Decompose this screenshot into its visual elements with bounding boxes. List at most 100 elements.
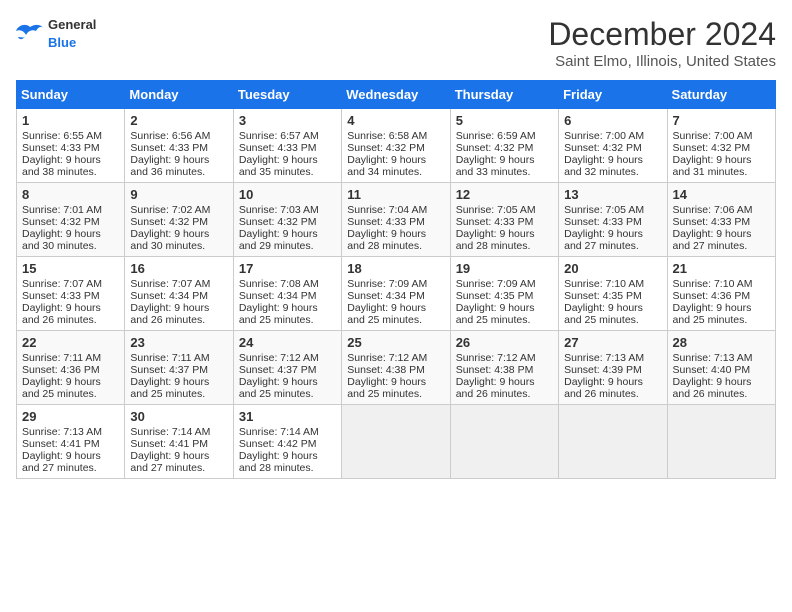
calendar-day-cell: 22 Sunrise: 7:11 AM Sunset: 4:36 PM Dayl… <box>17 331 125 405</box>
daylight-text: Daylight: 9 hours and 28 minutes. <box>347 228 426 252</box>
day-number: 9 <box>130 187 227 202</box>
sunset-text: Sunset: 4:33 PM <box>347 216 425 228</box>
sunrise-text: Sunrise: 7:04 AM <box>347 204 427 216</box>
sunset-text: Sunset: 4:33 PM <box>564 216 642 228</box>
sunset-text: Sunset: 4:34 PM <box>130 290 208 302</box>
daylight-text: Daylight: 9 hours and 27 minutes. <box>564 228 643 252</box>
sunrise-text: Sunrise: 7:09 AM <box>456 278 536 290</box>
day-number: 11 <box>347 187 444 202</box>
sunrise-text: Sunrise: 7:12 AM <box>239 352 319 364</box>
daylight-text: Daylight: 9 hours and 26 minutes. <box>22 302 101 326</box>
day-number: 4 <box>347 113 444 128</box>
calendar-day-cell: 31 Sunrise: 7:14 AM Sunset: 4:42 PM Dayl… <box>233 405 341 479</box>
sunrise-text: Sunrise: 7:05 AM <box>456 204 536 216</box>
daylight-text: Daylight: 9 hours and 26 minutes. <box>130 302 209 326</box>
title-area: December 2024 Saint Elmo, Illinois, Unit… <box>548 16 776 70</box>
sunrise-text: Sunrise: 7:10 AM <box>673 278 753 290</box>
calendar-week-row: 8 Sunrise: 7:01 AM Sunset: 4:32 PM Dayli… <box>17 183 776 257</box>
calendar-day-cell: 24 Sunrise: 7:12 AM Sunset: 4:37 PM Dayl… <box>233 331 341 405</box>
sunrise-text: Sunrise: 7:10 AM <box>564 278 644 290</box>
sunrise-text: Sunrise: 7:07 AM <box>130 278 210 290</box>
sunrise-text: Sunrise: 7:14 AM <box>239 426 319 438</box>
day-number: 3 <box>239 113 336 128</box>
sunrise-text: Sunrise: 6:59 AM <box>456 130 536 142</box>
daylight-text: Daylight: 9 hours and 31 minutes. <box>673 154 752 178</box>
sunset-text: Sunset: 4:33 PM <box>456 216 534 228</box>
calendar-table: SundayMondayTuesdayWednesdayThursdayFrid… <box>16 80 776 479</box>
calendar-day-cell: 20 Sunrise: 7:10 AM Sunset: 4:35 PM Dayl… <box>559 257 667 331</box>
sunset-text: Sunset: 4:33 PM <box>22 290 100 302</box>
sunset-text: Sunset: 4:41 PM <box>22 438 100 450</box>
sunrise-text: Sunrise: 7:01 AM <box>22 204 102 216</box>
daylight-text: Daylight: 9 hours and 30 minutes. <box>22 228 101 252</box>
day-number: 5 <box>456 113 553 128</box>
calendar-day-cell: 19 Sunrise: 7:09 AM Sunset: 4:35 PM Dayl… <box>450 257 558 331</box>
daylight-text: Daylight: 9 hours and 28 minutes. <box>456 228 535 252</box>
daylight-text: Daylight: 9 hours and 25 minutes. <box>130 376 209 400</box>
calendar-day-cell: 29 Sunrise: 7:13 AM Sunset: 4:41 PM Dayl… <box>17 405 125 479</box>
sunset-text: Sunset: 4:33 PM <box>22 142 100 154</box>
calendar-day-cell: 18 Sunrise: 7:09 AM Sunset: 4:34 PM Dayl… <box>342 257 450 331</box>
sunset-text: Sunset: 4:32 PM <box>347 142 425 154</box>
sunset-text: Sunset: 4:41 PM <box>130 438 208 450</box>
sunrise-text: Sunrise: 7:13 AM <box>673 352 753 364</box>
logo-text-general: General <box>48 17 96 32</box>
calendar-day-cell: 26 Sunrise: 7:12 AM Sunset: 4:38 PM Dayl… <box>450 331 558 405</box>
daylight-text: Daylight: 9 hours and 25 minutes. <box>22 376 101 400</box>
sunrise-text: Sunrise: 7:06 AM <box>673 204 753 216</box>
daylight-text: Daylight: 9 hours and 27 minutes. <box>673 228 752 252</box>
calendar-week-row: 29 Sunrise: 7:13 AM Sunset: 4:41 PM Dayl… <box>17 405 776 479</box>
sunset-text: Sunset: 4:39 PM <box>564 364 642 376</box>
day-number: 1 <box>22 113 119 128</box>
daylight-text: Daylight: 9 hours and 26 minutes. <box>673 376 752 400</box>
sunset-text: Sunset: 4:32 PM <box>564 142 642 154</box>
sunset-text: Sunset: 4:32 PM <box>673 142 751 154</box>
weekday-header: Saturday <box>667 81 775 109</box>
sunrise-text: Sunrise: 7:05 AM <box>564 204 644 216</box>
day-number: 12 <box>456 187 553 202</box>
sunrise-text: Sunrise: 7:09 AM <box>347 278 427 290</box>
day-number: 21 <box>673 261 770 276</box>
logo-bird-icon <box>16 23 44 45</box>
day-number: 17 <box>239 261 336 276</box>
calendar-day-cell: 7 Sunrise: 7:00 AM Sunset: 4:32 PM Dayli… <box>667 109 775 183</box>
day-number: 7 <box>673 113 770 128</box>
daylight-text: Daylight: 9 hours and 25 minutes. <box>239 302 318 326</box>
day-number: 8 <box>22 187 119 202</box>
calendar-day-cell <box>342 405 450 479</box>
day-number: 28 <box>673 335 770 350</box>
day-number: 31 <box>239 409 336 424</box>
calendar-day-cell: 4 Sunrise: 6:58 AM Sunset: 4:32 PM Dayli… <box>342 109 450 183</box>
calendar-day-cell: 12 Sunrise: 7:05 AM Sunset: 4:33 PM Dayl… <box>450 183 558 257</box>
sunrise-text: Sunrise: 6:58 AM <box>347 130 427 142</box>
sunset-text: Sunset: 4:32 PM <box>130 216 208 228</box>
calendar-day-cell <box>667 405 775 479</box>
calendar-day-cell: 5 Sunrise: 6:59 AM Sunset: 4:32 PM Dayli… <box>450 109 558 183</box>
daylight-text: Daylight: 9 hours and 34 minutes. <box>347 154 426 178</box>
calendar-day-cell: 30 Sunrise: 7:14 AM Sunset: 4:41 PM Dayl… <box>125 405 233 479</box>
daylight-text: Daylight: 9 hours and 25 minutes. <box>239 376 318 400</box>
sunset-text: Sunset: 4:32 PM <box>22 216 100 228</box>
sunset-text: Sunset: 4:37 PM <box>239 364 317 376</box>
sunset-text: Sunset: 4:34 PM <box>239 290 317 302</box>
calendar-day-cell: 6 Sunrise: 7:00 AM Sunset: 4:32 PM Dayli… <box>559 109 667 183</box>
day-number: 6 <box>564 113 661 128</box>
day-number: 13 <box>564 187 661 202</box>
sunset-text: Sunset: 4:33 PM <box>673 216 751 228</box>
sunset-text: Sunset: 4:35 PM <box>564 290 642 302</box>
weekday-header: Wednesday <box>342 81 450 109</box>
sunset-text: Sunset: 4:37 PM <box>130 364 208 376</box>
day-number: 24 <box>239 335 336 350</box>
day-number: 14 <box>673 187 770 202</box>
sunset-text: Sunset: 4:32 PM <box>456 142 534 154</box>
calendar-day-cell: 27 Sunrise: 7:13 AM Sunset: 4:39 PM Dayl… <box>559 331 667 405</box>
page-header: General Blue December 2024 Saint Elmo, I… <box>16 16 776 70</box>
daylight-text: Daylight: 9 hours and 28 minutes. <box>239 450 318 474</box>
month-title: December 2024 <box>548 16 776 53</box>
calendar-week-row: 22 Sunrise: 7:11 AM Sunset: 4:36 PM Dayl… <box>17 331 776 405</box>
daylight-text: Daylight: 9 hours and 36 minutes. <box>130 154 209 178</box>
weekday-header: Sunday <box>17 81 125 109</box>
day-number: 16 <box>130 261 227 276</box>
weekday-header: Monday <box>125 81 233 109</box>
sunrise-text: Sunrise: 7:02 AM <box>130 204 210 216</box>
